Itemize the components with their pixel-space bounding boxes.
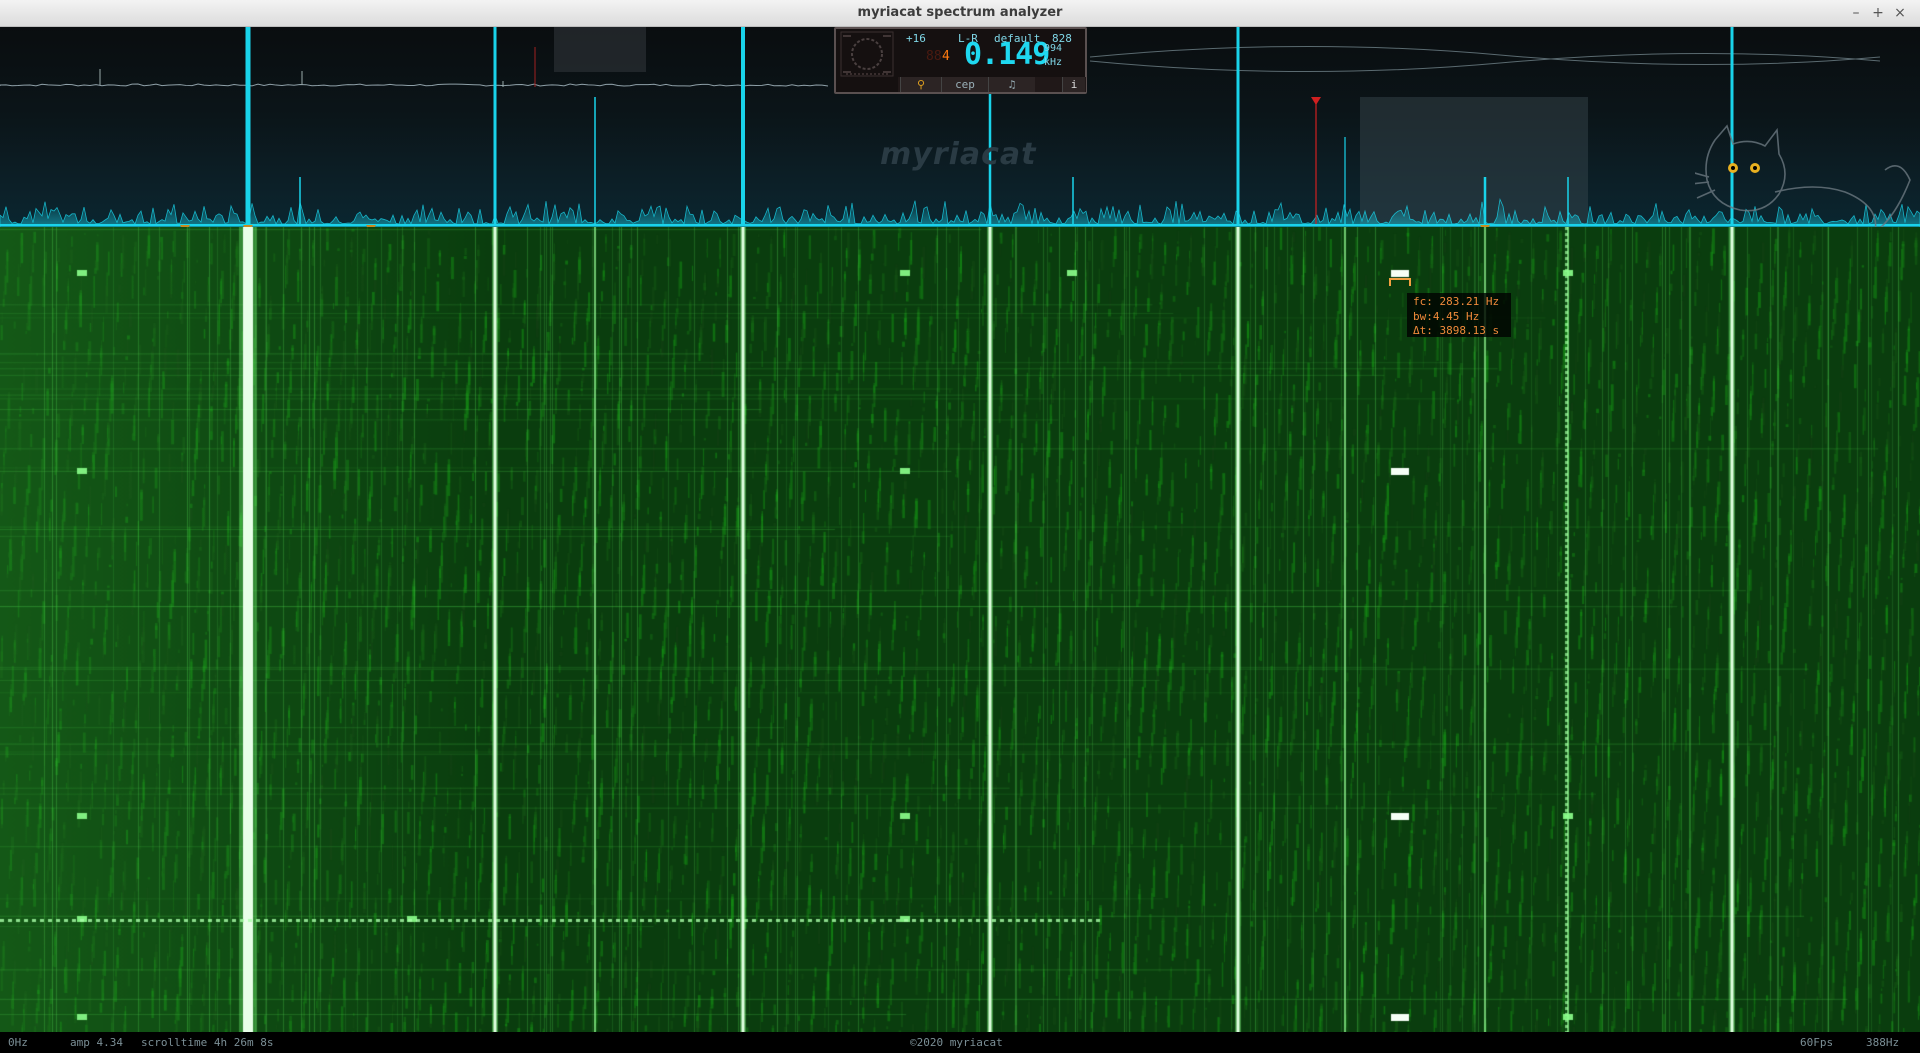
status-amp[interactable]: amp 4.34 <box>70 1036 123 1049</box>
cat-logo-icon <box>1695 124 1911 227</box>
status-left-frequency: 0Hz <box>8 1036 28 1049</box>
status-right-frequency: 388Hz <box>1866 1036 1900 1049</box>
watermark-logo: myriacat <box>880 137 1037 172</box>
window-title: myriacat spectrum analyzer <box>857 5 1063 20</box>
close-button[interactable]: × <box>1890 3 1910 23</box>
frequency-meter-panel: +16 L-R default 828 88 4 0.149 994 kHz ⚲… <box>834 27 1087 94</box>
tooltip-bw: bw:4.45 Hz <box>1413 309 1480 323</box>
waterfall-display[interactable] <box>0 227 1920 1032</box>
counter-readout: 4 <box>942 49 950 64</box>
music-note-button[interactable]: ♫ <box>988 77 1035 92</box>
status-fps: 60Fps <box>1800 1036 1834 1049</box>
tooltip-dt: Δt: 3898.13 s <box>1413 324 1500 337</box>
minimize-button[interactable]: – <box>1846 3 1866 23</box>
level-readout: +16 <box>906 32 926 45</box>
measurement-tooltip: fc: 283.21 Hz bw:4.45 Hz Δt: 3898.13 s <box>1407 293 1511 337</box>
frequency-display: 0.149 <box>964 37 1050 72</box>
status-copyright: ©2020 myriacat <box>910 1036 1003 1049</box>
status-scrolltime[interactable]: scrolltime 4h 26m 8s <box>141 1036 273 1049</box>
selection-bracket[interactable] <box>1389 278 1411 286</box>
frequency-sub-readout: 994 <box>1044 43 1063 54</box>
waterfall-canvas[interactable] <box>0 227 1920 1032</box>
tooltip-fc: fc: 283.21 Hz <box>1413 295 1500 308</box>
info-button[interactable]: i <box>1062 77 1085 92</box>
tuning-fork-icon[interactable]: ⚲ <box>900 77 941 92</box>
cep-button[interactable]: cep <box>941 77 988 92</box>
title-bar: myriacat spectrum analyzer – + × <box>0 0 1920 27</box>
frequency-unit: kHz <box>1044 57 1063 68</box>
maximize-button[interactable]: + <box>1868 3 1888 23</box>
tuning-dial-icon[interactable] <box>840 31 894 77</box>
status-bar: 0Hz amp 4.34 scrolltime 4h 26m 8s ©2020 … <box>0 1032 1920 1053</box>
